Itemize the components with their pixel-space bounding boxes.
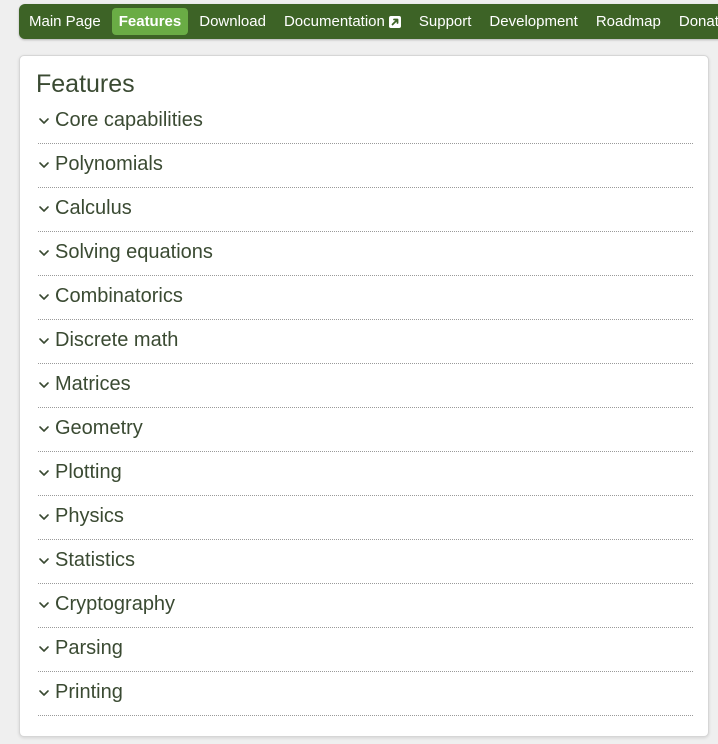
nav-documentation[interactable]: Documentation: [275, 8, 410, 35]
chevron-down-icon: [39, 337, 49, 344]
feature-list: Core capabilities Polynomials Calculus S…: [38, 100, 693, 716]
feature-section-label: Discrete math: [55, 328, 179, 351]
chevron-down-icon: [39, 425, 49, 432]
nav-support[interactable]: Support: [410, 8, 481, 35]
feature-section-core-capabilities[interactable]: Core capabilities: [38, 100, 693, 144]
feature-section-printing[interactable]: Printing: [38, 672, 693, 716]
features-card: Features Core capabilities Polynomials C…: [19, 55, 709, 737]
feature-section-label: Physics: [55, 504, 124, 527]
nav-list: Main Page Features Download Documentatio…: [19, 4, 718, 39]
chevron-down-icon: [39, 689, 49, 696]
nav-roadmap[interactable]: Roadmap: [587, 8, 670, 35]
feature-section-label: Polynomials: [55, 152, 163, 175]
feature-section-physics[interactable]: Physics: [38, 496, 693, 540]
feature-section-discrete-math[interactable]: Discrete math: [38, 320, 693, 364]
feature-section-label: Calculus: [55, 196, 132, 219]
feature-section-matrices[interactable]: Matrices: [38, 364, 693, 408]
feature-section-polynomials[interactable]: Polynomials: [38, 144, 693, 188]
chevron-down-icon: [39, 293, 49, 300]
nav-documentation-label: Documentation: [283, 13, 385, 30]
chevron-down-icon: [39, 161, 49, 168]
feature-section-label: Plotting: [55, 460, 122, 483]
external-link-icon: [388, 15, 401, 28]
nav-development[interactable]: Development: [480, 8, 586, 35]
feature-section-statistics[interactable]: Statistics: [38, 540, 693, 584]
chevron-down-icon: [39, 513, 49, 520]
chevron-down-icon: [39, 205, 49, 212]
feature-section-label: Combinatorics: [55, 284, 183, 307]
feature-section-cryptography[interactable]: Cryptography: [38, 584, 693, 628]
feature-section-label: Matrices: [55, 372, 131, 395]
main-navbar: Main Page Features Download Documentatio…: [19, 4, 718, 39]
feature-section-plotting[interactable]: Plotting: [38, 452, 693, 496]
feature-section-label: Parsing: [55, 636, 123, 659]
feature-section-combinatorics[interactable]: Combinatorics: [38, 276, 693, 320]
chevron-down-icon: [39, 557, 49, 564]
chevron-down-icon: [39, 381, 49, 388]
chevron-down-icon: [39, 249, 49, 256]
nav-donate[interactable]: Donate: [670, 8, 718, 35]
feature-section-label: Core capabilities: [55, 108, 203, 131]
feature-section-label: Statistics: [55, 548, 136, 571]
nav-features[interactable]: Features: [111, 8, 189, 35]
nav-download[interactable]: Download: [190, 8, 275, 35]
feature-section-label: Geometry: [55, 416, 143, 439]
feature-section-label: Cryptography: [55, 592, 176, 615]
chevron-down-icon: [39, 117, 49, 124]
nav-main-page[interactable]: Main Page: [20, 8, 110, 35]
feature-section-parsing[interactable]: Parsing: [38, 628, 693, 672]
feature-section-calculus[interactable]: Calculus: [38, 188, 693, 232]
chevron-down-icon: [39, 601, 49, 608]
feature-section-label: Solving equations: [55, 240, 213, 263]
feature-section-geometry[interactable]: Geometry: [38, 408, 693, 452]
chevron-down-icon: [39, 469, 49, 476]
feature-section-label: Printing: [55, 680, 123, 703]
feature-section-solving-equations[interactable]: Solving equations: [38, 232, 693, 276]
page-title: Features: [36, 70, 135, 98]
chevron-down-icon: [39, 645, 49, 652]
